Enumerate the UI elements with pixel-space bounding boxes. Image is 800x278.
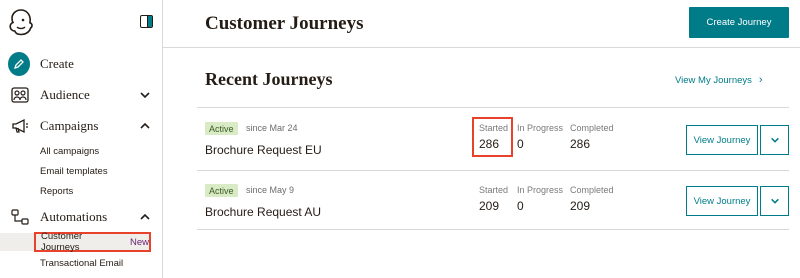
page-title: Customer Journeys — [205, 13, 364, 34]
create-journey-button[interactable]: Create Journey — [689, 7, 789, 38]
create-pencil-icon — [8, 52, 30, 76]
started-value: 209 — [479, 199, 500, 213]
status-badge: Active — [205, 122, 238, 135]
chevron-down-icon — [770, 137, 779, 143]
journey-options-dropdown[interactable] — [760, 125, 789, 155]
sidebar-item-campaigns[interactable]: Campaigns — [0, 113, 162, 139]
automations-icon — [10, 207, 30, 227]
view-my-journeys-link[interactable]: View My Journeys › — [675, 74, 763, 86]
journey-name: Brochure Request EU — [205, 143, 322, 157]
sidebar-item-audience[interactable]: Audience — [0, 82, 162, 108]
view-journey-button[interactable]: View Journey — [686, 186, 758, 216]
divider — [197, 229, 789, 230]
completed-label: Completed — [570, 123, 614, 133]
sidebar-item-label: Audience — [40, 87, 90, 102]
chevron-right-icon: › — [758, 74, 763, 86]
sidebar-subitem-reports[interactable]: Reports — [40, 186, 73, 197]
audience-icon — [10, 85, 30, 105]
started-value: 286 — [479, 137, 500, 151]
sidebar-item-create[interactable]: Create — [0, 51, 162, 77]
new-badge: New — [129, 236, 149, 248]
since-date: since Mar 24 — [246, 123, 298, 133]
chevron-up-icon — [140, 213, 150, 220]
divider — [197, 107, 789, 108]
sidebar-subitem-email-templates[interactable]: Email templates — [40, 166, 108, 177]
divider — [197, 170, 789, 171]
started-label: Started — [479, 185, 509, 195]
sidebar-item-label: Campaigns — [40, 118, 99, 133]
in-progress-label: In Progress — [517, 185, 564, 195]
section-title: Recent Journeys — [205, 69, 333, 89]
sidebar-subitem-all-campaigns[interactable]: All campaigns — [40, 146, 99, 157]
sidebar-subitem-transactional-email[interactable]: Transactional Email — [40, 258, 123, 269]
started-label: Started — [479, 123, 509, 133]
completed-label: Completed — [570, 185, 614, 195]
sidebar-item-label: Create — [40, 56, 74, 71]
sidebar-subitem-customer-journeys[interactable]: Customer Journeys New — [34, 231, 151, 253]
active-indicator — [0, 233, 35, 251]
view-my-journeys-label: View My Journeys — [675, 74, 752, 86]
chevron-up-icon — [140, 122, 150, 129]
sidebar-subitem-label: Customer Journeys — [41, 231, 83, 253]
in-progress-value: 0 — [517, 199, 524, 213]
megaphone-icon — [10, 116, 30, 136]
journey-options-dropdown[interactable] — [760, 186, 789, 216]
view-journey-button[interactable]: View Journey — [686, 125, 758, 155]
chevron-down-icon — [140, 92, 150, 99]
completed-value: 286 — [570, 137, 591, 151]
sidebar-item-automations[interactable]: Automations — [0, 204, 162, 230]
sidebar-item-label: Automations — [40, 209, 108, 224]
chevron-down-icon — [770, 198, 779, 204]
collapse-sidebar-icon[interactable] — [140, 15, 153, 28]
divider — [163, 47, 800, 48]
completed-value: 209 — [570, 199, 591, 213]
sidebar: Create Audience Campaigns All campaigns … — [0, 0, 163, 278]
since-date: since May 9 — [246, 185, 295, 195]
journey-name: Brochure Request AU — [205, 205, 322, 219]
main-content: Customer Journeys Create Journey Recent … — [163, 0, 800, 278]
mailchimp-logo-icon[interactable] — [8, 8, 34, 36]
status-badge: Active — [205, 184, 238, 197]
in-progress-value: 0 — [517, 137, 524, 151]
in-progress-label: In Progress — [517, 123, 564, 133]
